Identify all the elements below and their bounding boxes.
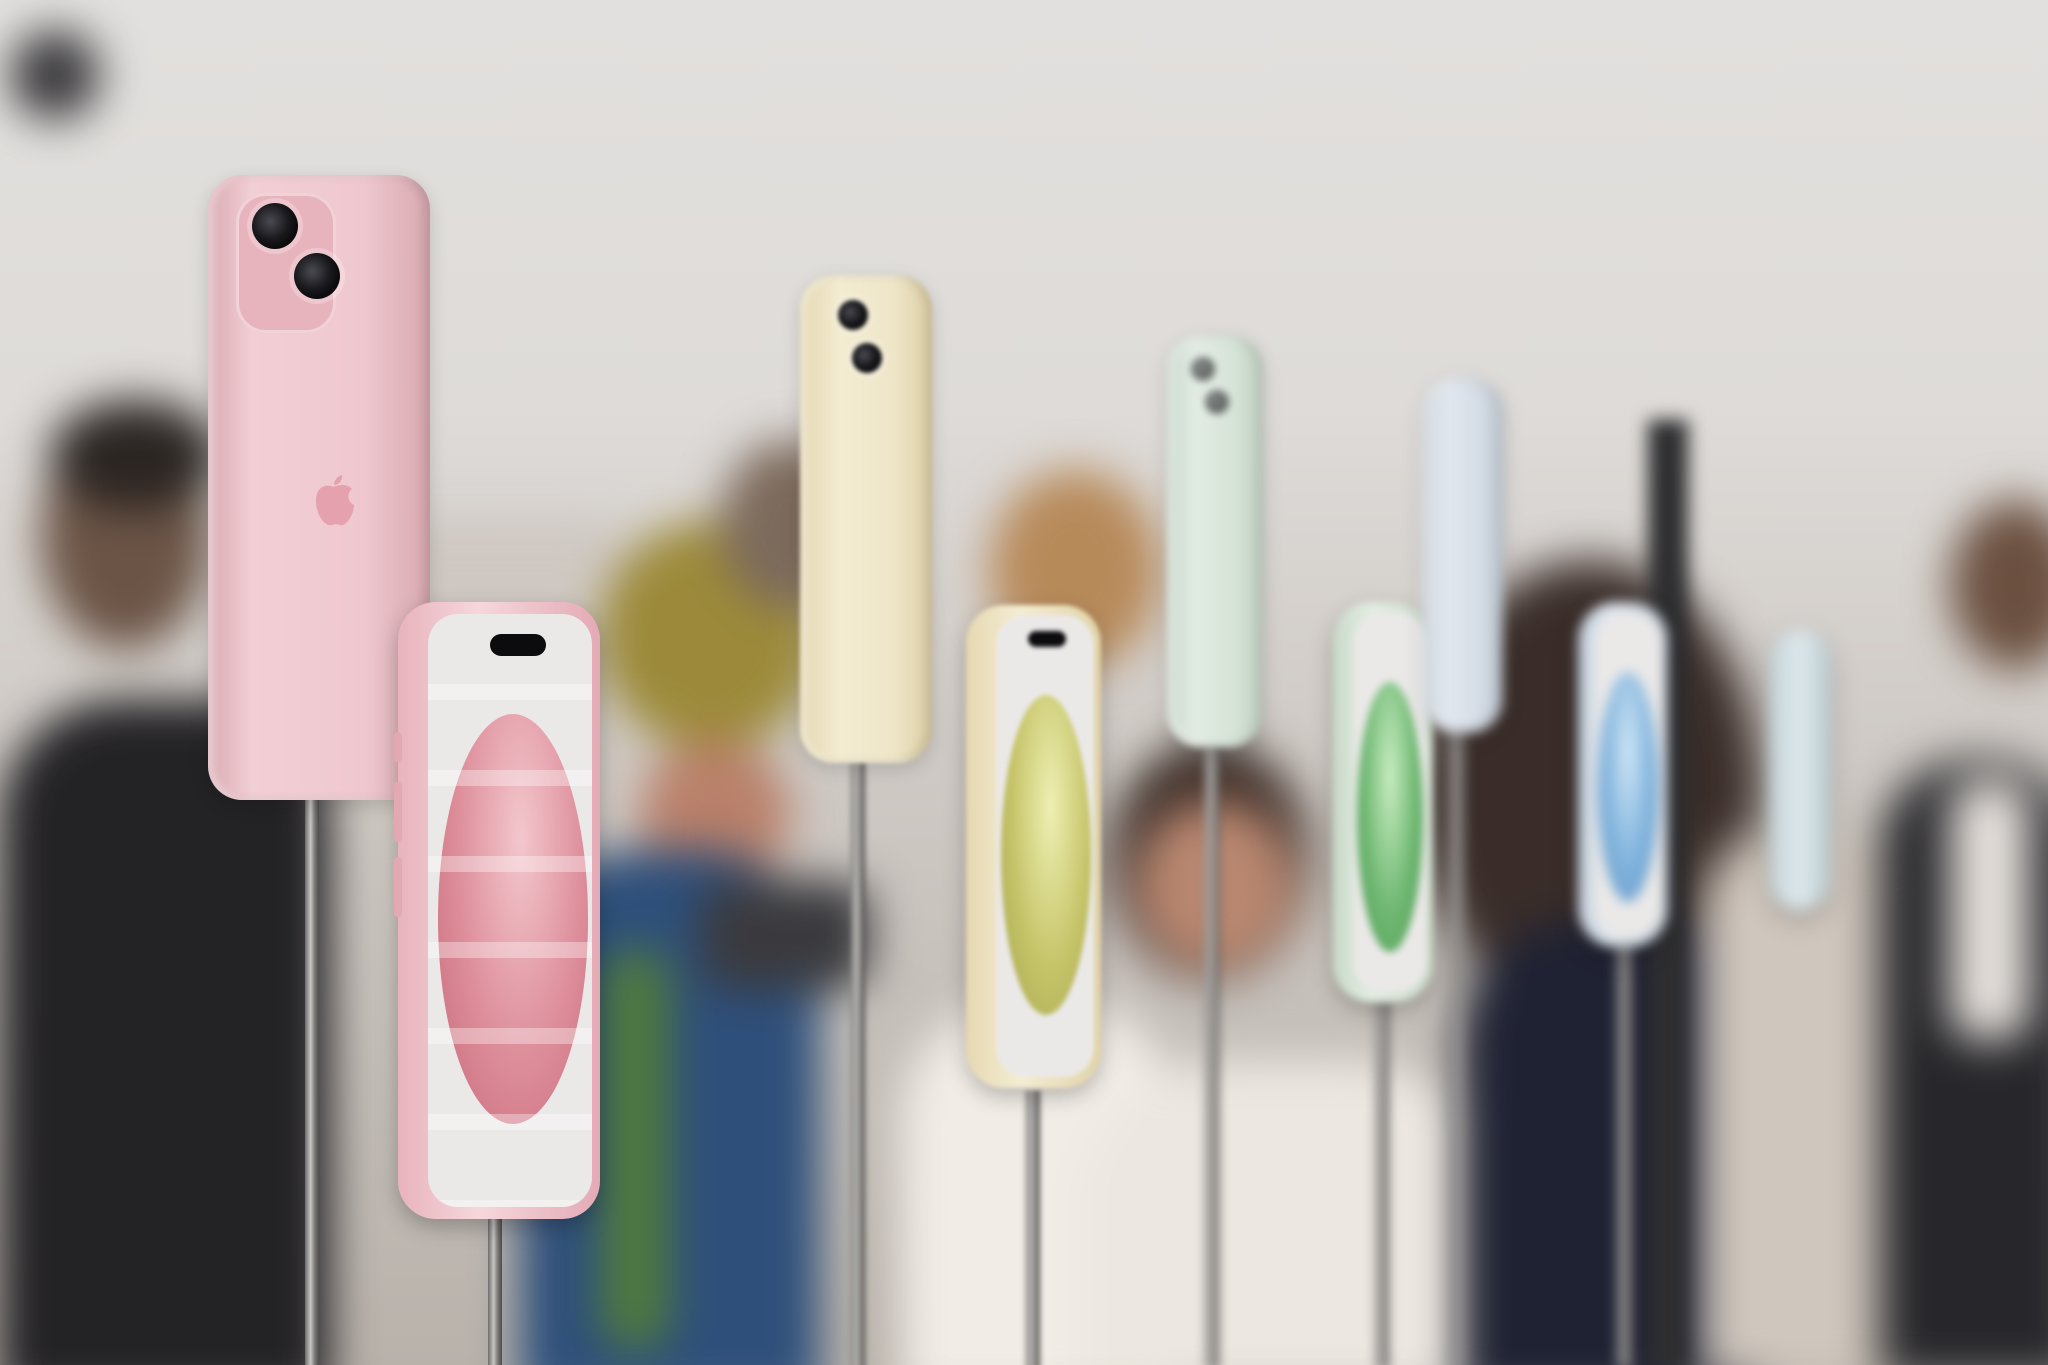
phone-far-front xyxy=(1770,630,1830,910)
shirt-collar xyxy=(1950,780,2030,1040)
stand-pole xyxy=(488,1210,502,1365)
side-button xyxy=(394,782,402,842)
stand-pole xyxy=(1375,1000,1389,1365)
dynamic-island xyxy=(1028,631,1066,647)
wallpaper-shape xyxy=(1001,695,1091,1015)
wallpaper-shape xyxy=(1598,672,1658,902)
dynamic-island xyxy=(490,634,546,656)
camera-lens xyxy=(294,253,340,299)
phone-green-back xyxy=(1167,335,1263,747)
side-button xyxy=(394,732,402,762)
phone-screen xyxy=(1594,612,1662,937)
person-far-right-head xyxy=(1950,500,2048,670)
stand-pole xyxy=(1450,720,1464,1365)
phone-pink-front xyxy=(394,602,600,1219)
person-center-body xyxy=(1080,1060,1500,1365)
stand-pole xyxy=(1618,940,1632,1365)
photo-scene xyxy=(0,0,2048,1365)
phone-yellow-front xyxy=(966,605,1101,1088)
camera-lens xyxy=(1191,357,1215,381)
phone-screen xyxy=(996,615,1094,1077)
stand-pole xyxy=(305,790,319,1365)
person-left-hair xyxy=(50,400,220,510)
camera-lens xyxy=(838,300,868,330)
camera-body xyxy=(700,880,870,990)
wallpaper-shape xyxy=(1357,682,1423,952)
phone-blue-front xyxy=(1578,602,1668,947)
screen-refresh-stripes xyxy=(428,614,592,1207)
phone-blue-back xyxy=(1423,378,1503,733)
side-button xyxy=(394,857,402,917)
phone-screen xyxy=(428,614,592,1207)
camera-lens xyxy=(252,203,298,249)
phone-screen xyxy=(1353,612,1427,992)
stand-pole xyxy=(851,760,865,1365)
camera-lens xyxy=(852,343,882,373)
phone-green-front xyxy=(1333,602,1433,1002)
stand-pole xyxy=(1026,1090,1040,1365)
phone-pink-back xyxy=(208,175,430,800)
apple-logo-icon xyxy=(316,475,354,526)
green-lanyard xyxy=(600,950,670,1350)
camera-lens xyxy=(1205,390,1229,414)
stand-pole xyxy=(1205,740,1219,1365)
phone-yellow-back xyxy=(800,275,932,763)
ceiling-fixture xyxy=(10,30,100,120)
